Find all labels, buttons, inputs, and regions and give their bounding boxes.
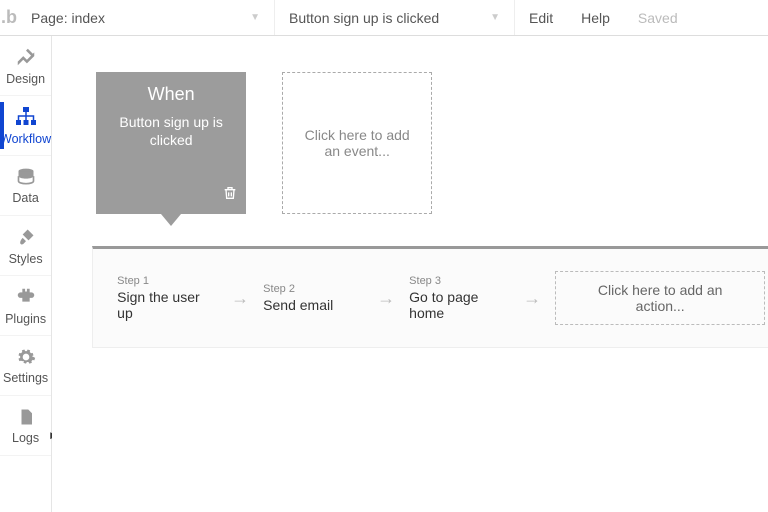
sidebar-item-label: Design (6, 72, 45, 86)
step-1[interactable]: Step 1 Sign the user up (117, 275, 217, 321)
logs-icon (17, 407, 35, 427)
event-title: When (148, 84, 195, 105)
event-card-selected[interactable]: When Button sign up is clicked (96, 72, 246, 214)
edit-button[interactable]: Edit (515, 0, 567, 35)
styles-icon (16, 226, 36, 248)
topbar: .b Page: index ▼ Button sign up is click… (0, 0, 768, 36)
step-label: Step 1 (117, 275, 217, 287)
page-selector-dropdown[interactable]: Page: index ▼ (17, 0, 275, 35)
trash-icon[interactable] (222, 185, 238, 206)
workflow-canvas: When Button sign up is clicked Click her… (52, 36, 768, 512)
main: Design Workflow Data Styles Plugins (0, 36, 768, 512)
workflow-selector-label: Button sign up is clicked (289, 10, 439, 26)
sidebar: Design Workflow Data Styles Plugins (0, 36, 52, 512)
save-status: Saved (624, 0, 692, 35)
logo-cell: .b (0, 0, 17, 35)
sidebar-item-label: Styles (9, 252, 43, 266)
chevron-down-icon: ▼ (250, 12, 260, 23)
sidebar-item-label: Data (12, 191, 38, 205)
sidebar-item-settings[interactable]: Settings (0, 336, 51, 396)
step-label: Step 2 (263, 283, 363, 295)
sidebar-item-plugins[interactable]: Plugins (0, 276, 51, 336)
chevron-down-icon: ▼ (490, 12, 500, 23)
sidebar-item-design[interactable]: Design (0, 36, 51, 96)
sidebar-item-label: Settings (3, 371, 48, 385)
events-row: When Button sign up is clicked Click her… (96, 72, 768, 214)
sidebar-item-label: Workflow (0, 132, 51, 146)
add-event-label: Click here to add an event... (299, 127, 415, 159)
design-icon (15, 46, 37, 68)
sidebar-item-label: Logs (12, 431, 39, 445)
event-description: Button sign up is clicked (106, 113, 236, 149)
app-logo: .b (1, 7, 17, 28)
page-selector-label: Page: index (31, 10, 105, 26)
sidebar-item-styles[interactable]: Styles (0, 216, 51, 276)
sidebar-item-workflow[interactable]: Workflow (0, 96, 51, 156)
sidebar-item-label: Plugins (5, 312, 46, 326)
step-title: Send email (263, 297, 363, 313)
step-label: Step 3 (409, 275, 509, 287)
step-2[interactable]: Step 2 Send email (263, 283, 363, 313)
step-title: Go to page home (409, 289, 509, 321)
gear-icon (16, 347, 36, 367)
sidebar-item-data[interactable]: Data (0, 156, 51, 216)
step-3[interactable]: Step 3 Go to page home (409, 275, 509, 321)
step-title: Sign the user up (117, 289, 217, 321)
arrow-right-icon: → (373, 288, 399, 309)
add-action-label: Click here to add an action... (598, 282, 723, 314)
plugins-icon (15, 286, 37, 308)
arrow-right-icon: → (519, 288, 545, 309)
add-event-card[interactable]: Click here to add an event... (282, 72, 432, 214)
help-button[interactable]: Help (567, 0, 624, 35)
data-icon (16, 167, 36, 187)
arrow-right-icon: → (227, 288, 253, 309)
steps-panel: Step 1 Sign the user up → Step 2 Send em… (92, 246, 768, 348)
workflow-selector-dropdown[interactable]: Button sign up is clicked ▼ (275, 0, 515, 35)
sidebar-item-logs[interactable]: Logs (0, 396, 51, 456)
workflow-icon (14, 106, 38, 128)
add-action-button[interactable]: Click here to add an action... (555, 271, 765, 325)
event-pointer (161, 214, 181, 226)
